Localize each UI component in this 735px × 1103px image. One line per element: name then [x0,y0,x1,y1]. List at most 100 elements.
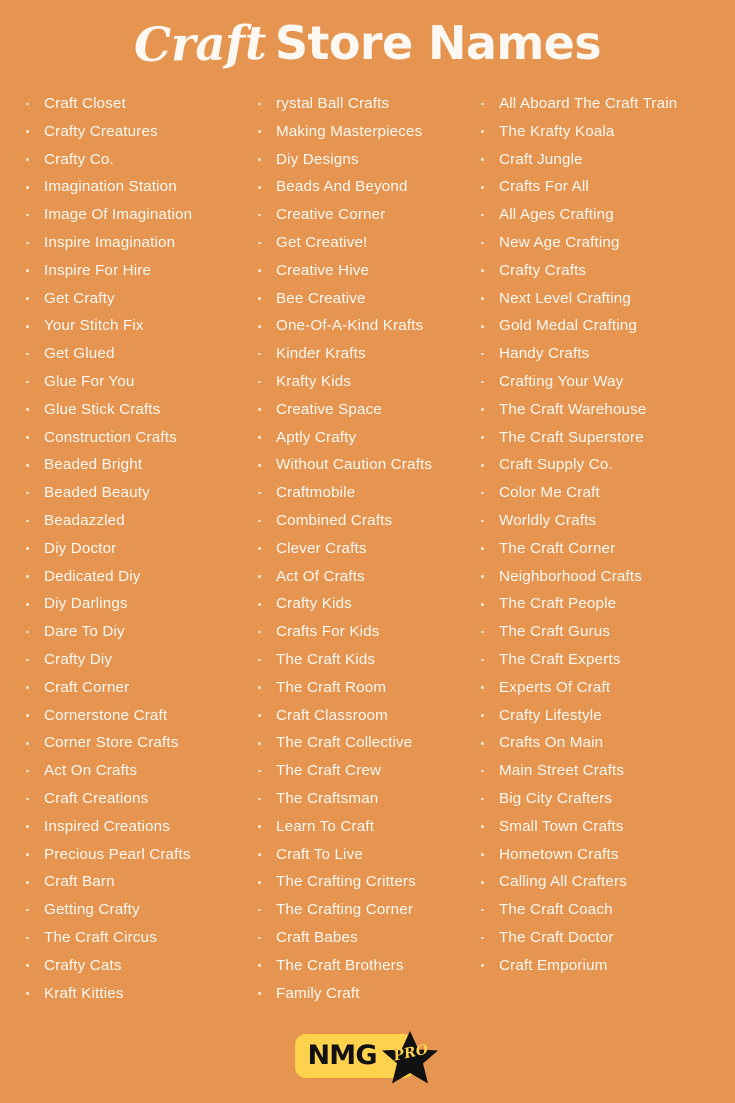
name-list-2: rystal Ball Crafts Making Masterpieces Diy… [252,90,470,1007]
list-item: Crafty Cats [20,952,240,980]
list-item: Craft Babes [252,924,470,952]
list-item: All Ages Crafting [475,201,735,229]
list-item: The Craft Collective [252,729,470,757]
list-item: Without Caution Crafts [252,451,470,479]
list-item: Combined Crafts [252,507,470,535]
list-item: Clever Crafts [252,535,470,563]
list-item: Crafting Your Way [475,368,735,396]
page-title: Craft Store Names [133,15,602,73]
list-item: Act On Crafts [20,757,240,785]
list-item: Craftmobile [252,479,470,507]
list-item: The Crafting Critters [252,868,470,896]
name-column-1: Craft Closet Crafty Creatures Crafty Co. Im… [0,90,240,1007]
list-item: Crafty Co. [20,146,240,174]
list-item: Craft Corner [20,674,240,702]
list-item: Craft Jungle [475,146,735,174]
list-item: Diy Doctor [20,535,240,563]
name-column-2: rystal Ball Crafts Making Masterpieces Diy… [240,90,470,1007]
list-item: Your Stitch Fix [20,312,240,340]
list-item: Crafty Creatures [20,118,240,146]
list-item: Gold Medal Crafting [475,312,735,340]
list-item: The Craft Coach [475,896,735,924]
poster-footer: NMG PRO [0,1008,735,1103]
list-item: The Craftsman [252,785,470,813]
list-item: Crafts For All [475,173,735,201]
list-item: Glue Stick Crafts [20,396,240,424]
list-item: Crafty Kids [252,590,470,618]
list-item: Craft To Live [252,841,470,869]
list-item: Small Town Crafts [475,813,735,841]
list-item: The Craft Gurus [475,618,735,646]
list-item: Image Of Imagination [20,201,240,229]
list-item: Inspired Creations [20,813,240,841]
list-item: Crafty Crafts [475,257,735,285]
list-item: Hometown Crafts [475,841,735,869]
list-item: Cornerstone Craft [20,702,240,730]
list-item: Kraft Kitties [20,980,240,1008]
list-item: Color Me Craft [475,479,735,507]
name-column-3: All Aboard The Craft Train The Krafty Koa… [470,90,735,980]
list-item: Learn To Craft [252,813,470,841]
list-item: Krafty Kids [252,368,470,396]
list-item: The Craft Room [252,674,470,702]
list-item: One-Of-A-Kind Krafts [252,312,470,340]
list-item: Crafts For Kids [252,618,470,646]
star-icon [381,1030,439,1086]
list-item: The Craft Circus [20,924,240,952]
list-item: Beads And Beyond [252,173,470,201]
name-list-1: Craft Closet Crafty Creatures Crafty Co. Im… [20,90,240,1007]
list-item: Getting Crafty [20,896,240,924]
list-item: The Craft Superstore [475,424,735,452]
page-title-script-word: Craft [133,15,267,73]
list-item: Crafty Diy [20,646,240,674]
list-item: Experts Of Craft [475,674,735,702]
logo-wordmark: NMG [307,1039,378,1071]
list-item: Handy Crafts [475,340,735,368]
list-item: Craft Closet [20,90,240,118]
list-item: The Craft Experts [475,646,735,674]
list-item: The Craft People [475,590,735,618]
list-item: Big City Crafters [475,785,735,813]
list-item: The Craft Kids [252,646,470,674]
list-item: Diy Darlings [20,590,240,618]
list-item: New Age Crafting [475,229,735,257]
list-item: Creative Corner [252,201,470,229]
list-item: Calling All Crafters [475,868,735,896]
list-item: Get Glued [20,340,240,368]
list-item: The Krafty Koala [475,118,735,146]
list-item: Aptly Crafty [252,424,470,452]
list-item: Main Street Crafts [475,757,735,785]
list-item: The Craft Corner [475,535,735,563]
list-item: Craft Classroom [252,702,470,730]
list-item: Diy Designs [252,146,470,174]
list-item: Precious Pearl Crafts [20,841,240,869]
list-item: Dare To Diy [20,618,240,646]
list-item: Next Level Crafting [475,285,735,313]
list-item: Craft Creations [20,785,240,813]
list-item: Inspire Imagination [20,229,240,257]
list-item: Family Craft [252,980,470,1008]
list-item: The Crafting Corner [252,896,470,924]
list-item: Get Creative! [252,229,470,257]
list-item: Crafty Lifestyle [475,702,735,730]
name-columns: Craft Closet Crafty Creatures Crafty Co. Im… [0,90,735,1007]
list-item: The Craft Brothers [252,952,470,980]
list-item: Beaded Beauty [20,479,240,507]
nmg-pro-logo[interactable]: NMG PRO [294,1030,441,1083]
craft-store-names-poster: Craft Store Names Craft Closet Crafty Crea… [0,0,735,1103]
page-title-bold-words: Store Names [274,15,602,70]
list-item: Making Masterpieces [252,118,470,146]
list-item: The Craft Crew [252,757,470,785]
list-item: Craft Supply Co. [475,451,735,479]
list-item: Craft Emporium [475,952,735,980]
name-list-3: All Aboard The Craft Train The Krafty Koa… [475,90,735,980]
list-item: Creative Space [252,396,470,424]
list-item: Inspire For Hire [20,257,240,285]
list-item: Construction Crafts [20,424,240,452]
list-item: Craft Barn [20,868,240,896]
list-item: Beadazzled [20,507,240,535]
list-item: Glue For You [20,368,240,396]
list-item: Crafts On Main [475,729,735,757]
list-item: Beaded Bright [20,451,240,479]
list-item: Imagination Station [20,173,240,201]
